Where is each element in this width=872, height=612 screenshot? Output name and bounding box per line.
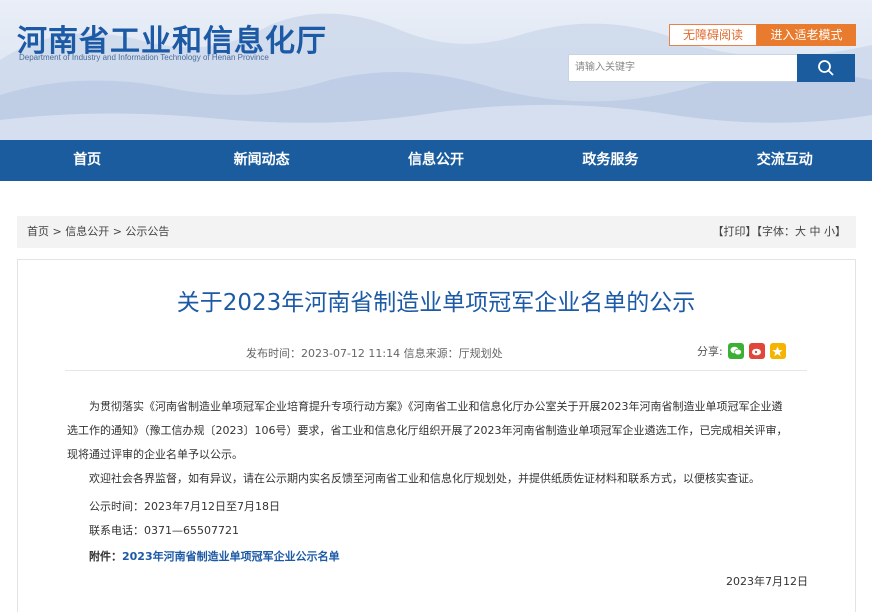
attachment-label: 附件： (89, 550, 122, 563)
breadcrumb-bar: 首页 > 信息公开 > 公示公告 【打印】【字体：大 中 小】 (17, 216, 856, 248)
divider (65, 370, 807, 371)
search-button[interactable] (797, 54, 855, 82)
wechat-icon[interactable] (727, 343, 744, 359)
site-subtitle: Department of Industry and Information T… (19, 53, 269, 62)
paragraph-line: 为贯彻落实《河南省制造业单项冠军企业培育提升专项行动方案》《河南省工业和信息化厅… (89, 400, 783, 413)
article-meta: 发布时间：2023-07-12 11:14 信息来源：厅规划处 (246, 347, 503, 360)
contact-phone: 联系电话：0371—65507721 (89, 524, 239, 537)
paragraph-line: 现将通过评审的企业名单予以公示。 (67, 448, 243, 461)
favorite-icon[interactable] (769, 343, 786, 359)
search-input[interactable]: 请输入关键字 (568, 54, 798, 82)
attachment-link[interactable]: 2023年河南省制造业单项冠军企业公示名单 (122, 550, 340, 563)
attachment: 附件：2023年河南省制造业单项冠军企业公示名单 (89, 545, 340, 569)
article-title: 关于2023年河南省制造业单项冠军企业名单的公示 (176, 290, 696, 316)
weibo-icon[interactable] (748, 343, 765, 359)
breadcrumb[interactable]: 首页 > 信息公开 > 公示公告 (27, 216, 169, 248)
paragraph-line: 选工作的通知》（豫工信办规〔2023〕106号）要求，省工业和信息化厅组织开展了… (67, 424, 788, 437)
share-label: 分享: (697, 345, 723, 358)
nav-item-news[interactable]: 新闻动态 (174, 140, 348, 181)
header-banner: 河南省工业和信息化厅 Department of Industry and In… (0, 0, 872, 140)
accessible-reading-button[interactable]: 无障碍阅读 (669, 24, 757, 46)
nav-item-home[interactable]: 首页 (0, 140, 174, 181)
nav-item-services[interactable]: 政务服务 (523, 140, 697, 181)
share-bar: 分享: (697, 343, 786, 359)
nav-item-info-public[interactable]: 信息公开 (349, 140, 523, 181)
elder-mode-button[interactable]: 进入适老模式 (757, 24, 856, 46)
article-paragraph-2: 欢迎社会各界监督，如有异议，请在公示期内实名反馈至河南省工业和信息化厅规划处，并… (89, 472, 760, 485)
article-paragraph-1: 为贯彻落实《河南省制造业单项冠军企业培育提升专项行动方案》《河南省工业和信息化厅… (67, 395, 809, 467)
article-date: 2023年7月12日 (726, 575, 808, 588)
print-font-tools[interactable]: 【打印】【字体：大 中 小】 (713, 216, 847, 248)
publicity-period: 公示时间：2023年7月12日至7月18日 (89, 500, 280, 513)
search-icon (818, 60, 834, 76)
main-nav: 首页 新闻动态 信息公开 政务服务 交流互动 (0, 140, 872, 181)
nav-item-interaction[interactable]: 交流互动 (698, 140, 872, 181)
